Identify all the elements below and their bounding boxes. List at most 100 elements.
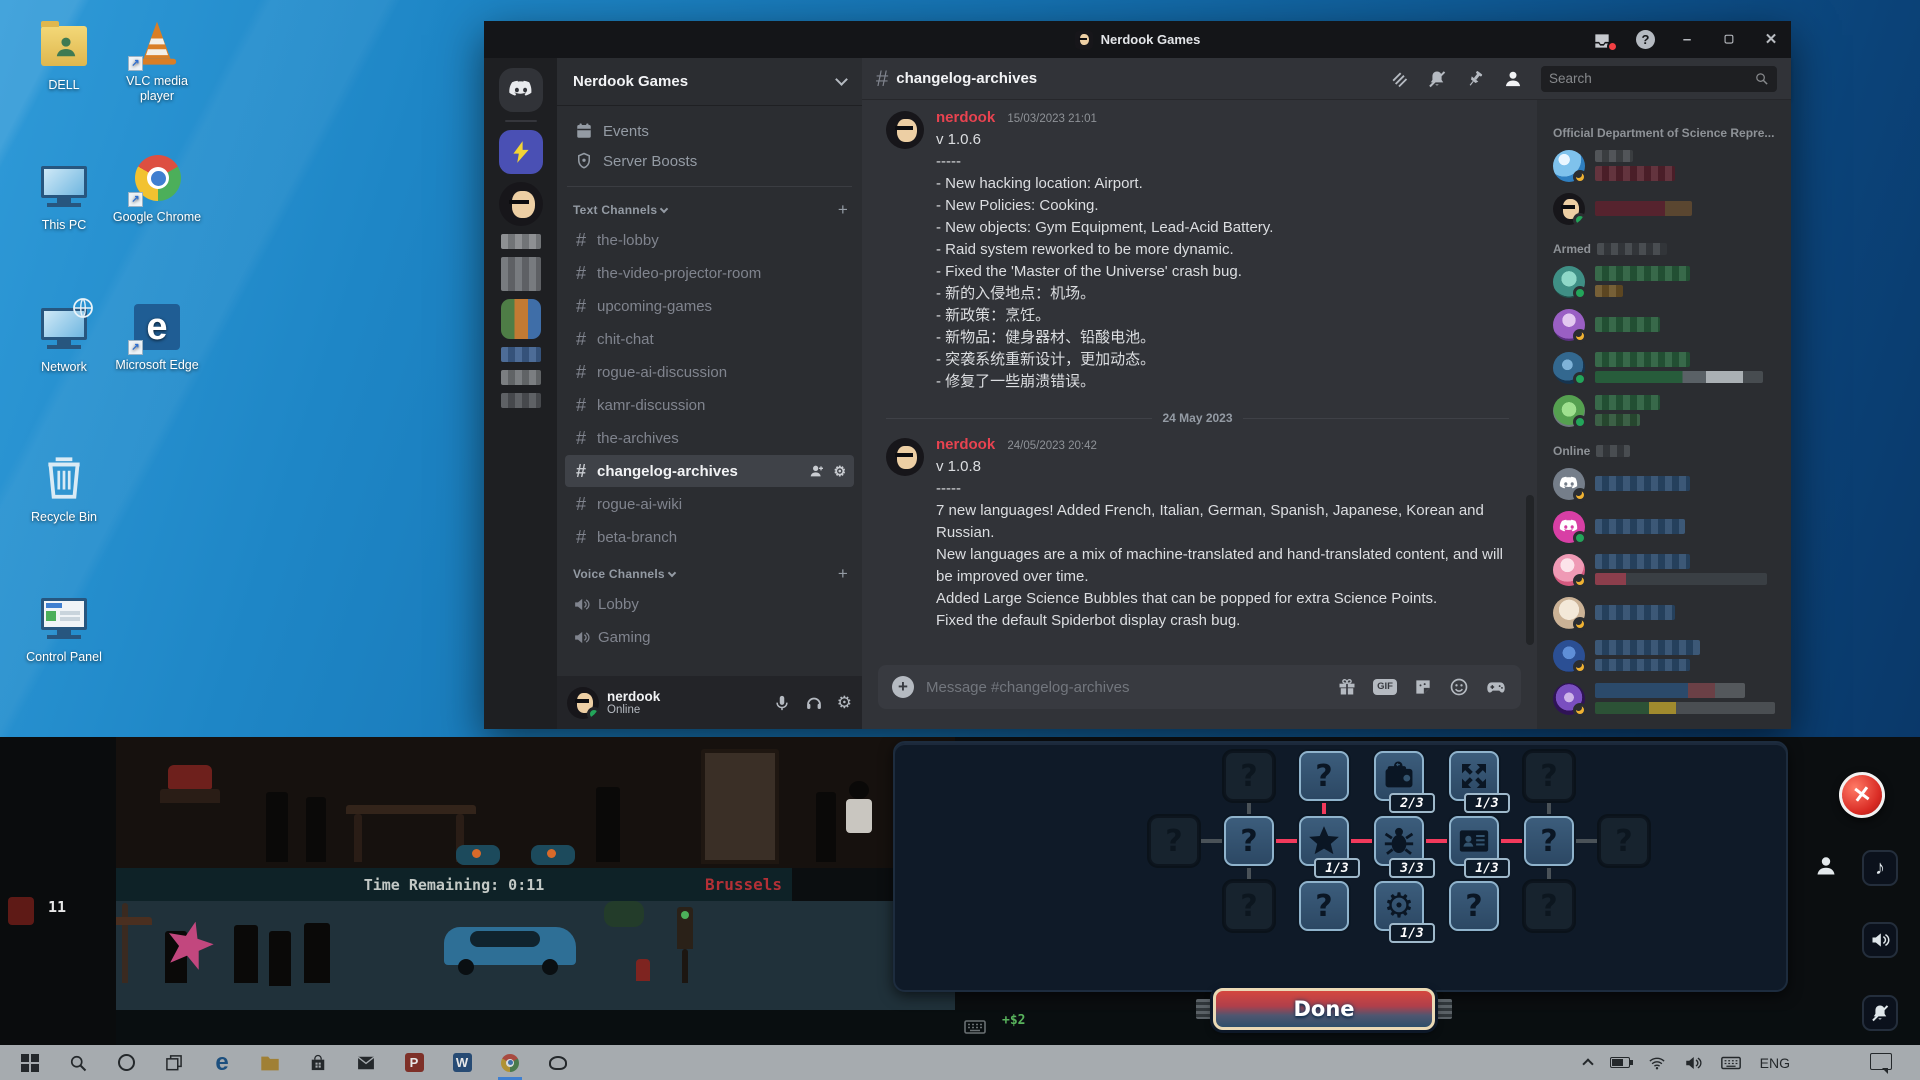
sticker-icon[interactable] bbox=[1413, 677, 1433, 697]
taskbar-powerpoint-icon[interactable]: P bbox=[390, 1045, 438, 1080]
channel-beta-branch[interactable]: #beta-branch bbox=[565, 521, 854, 553]
notifications-muted-icon[interactable] bbox=[1427, 69, 1447, 89]
channel-rogue-ai-wiki[interactable]: #rogue-ai-wiki bbox=[565, 488, 854, 520]
chat-scrollbar[interactable] bbox=[1526, 495, 1534, 645]
message-avatar[interactable] bbox=[886, 438, 924, 476]
member-row[interactable] bbox=[1553, 634, 1783, 677]
minimize-button[interactable]: – bbox=[1677, 21, 1697, 58]
channel-kamr-discussion[interactable]: #kamr-discussion bbox=[565, 389, 854, 421]
desktop-icon-this-pc[interactable]: This PC bbox=[18, 160, 110, 233]
server-icon-blurred[interactable] bbox=[501, 370, 541, 385]
skill-node-unknown[interactable]: ? bbox=[1149, 816, 1199, 866]
member-row[interactable] bbox=[1553, 505, 1783, 548]
channel-the-archives[interactable]: #the-archives bbox=[565, 422, 854, 454]
user-info[interactable]: nerdook Online bbox=[607, 689, 660, 716]
search-input[interactable] bbox=[1549, 71, 1754, 86]
wifi-icon[interactable] bbox=[1648, 1054, 1666, 1072]
message-author[interactable]: nerdook bbox=[936, 109, 995, 126]
taskbar-mail-icon[interactable] bbox=[342, 1045, 390, 1080]
desktop-icon-network[interactable]: Network bbox=[18, 302, 110, 375]
message-avatar[interactable] bbox=[886, 111, 924, 149]
member-row[interactable] bbox=[1553, 144, 1783, 187]
sidebar-item-server-boosts[interactable]: Server Boosts bbox=[565, 146, 854, 176]
close-modal-button[interactable]: ✕ bbox=[1836, 769, 1888, 821]
inbox-icon[interactable] bbox=[1592, 31, 1614, 49]
taskbar-store-icon[interactable] bbox=[294, 1045, 342, 1080]
desktop-icon-chrome[interactable]: ↗ Google Chrome bbox=[111, 152, 203, 225]
voice-channels-header[interactable]: Voice Channels + bbox=[565, 561, 854, 587]
help-icon[interactable]: ? bbox=[1636, 30, 1655, 49]
maximize-button[interactable]: ▢ bbox=[1719, 21, 1739, 58]
threads-icon[interactable] bbox=[1389, 69, 1409, 89]
skill-node-unknown[interactable]: ? bbox=[1299, 751, 1349, 801]
skill-node-unknown[interactable]: ? bbox=[1224, 881, 1274, 931]
server-header[interactable]: Nerdook Games bbox=[557, 58, 862, 106]
start-button[interactable] bbox=[6, 1045, 54, 1080]
taskbar-chrome-icon[interactable] bbox=[486, 1045, 534, 1080]
channel-upcoming-games[interactable]: #upcoming-games bbox=[565, 290, 854, 322]
attach-plus-icon[interactable]: + bbox=[892, 676, 914, 698]
desktop-icon-edge[interactable]: e ↗ Microsoft Edge bbox=[111, 300, 203, 373]
add-channel-icon[interactable]: + bbox=[838, 200, 848, 220]
member-row[interactable] bbox=[1553, 187, 1783, 230]
server-icon-nerdook[interactable] bbox=[499, 182, 543, 226]
pinned-messages-icon[interactable] bbox=[1465, 69, 1485, 89]
mic-icon[interactable] bbox=[773, 694, 791, 712]
action-center-icon[interactable] bbox=[1870, 1053, 1892, 1070]
voice-channel-gaming[interactable]: Gaming bbox=[565, 621, 854, 653]
skill-node-unknown[interactable]: ? bbox=[1524, 816, 1574, 866]
member-row[interactable] bbox=[1553, 548, 1783, 591]
volume-icon[interactable] bbox=[1684, 1054, 1702, 1072]
member-row[interactable] bbox=[1553, 303, 1783, 346]
channel-the-lobby[interactable]: #the-lobby bbox=[565, 224, 854, 256]
cortana-button[interactable] bbox=[102, 1045, 150, 1080]
skill-node-unknown[interactable]: ? bbox=[1299, 881, 1349, 931]
taskbar-paint-icon[interactable] bbox=[534, 1045, 582, 1080]
task-view-button[interactable] bbox=[150, 1045, 198, 1080]
tray-expand-icon[interactable] bbox=[1582, 1058, 1593, 1069]
taskbar-file-explorer-icon[interactable] bbox=[246, 1045, 294, 1080]
invite-people-icon[interactable] bbox=[809, 463, 825, 479]
gamepad-icon[interactable] bbox=[1485, 676, 1507, 698]
voice-channel-lobby[interactable]: Lobby bbox=[565, 588, 854, 620]
language-indicator[interactable]: ENG bbox=[1760, 1055, 1790, 1071]
server-icon-blurred[interactable] bbox=[501, 347, 541, 362]
taskbar-word-icon[interactable]: W bbox=[438, 1045, 486, 1080]
skill-node-unknown[interactable]: ? bbox=[1224, 816, 1274, 866]
notifications-mute-button[interactable] bbox=[1862, 995, 1898, 1031]
message-author[interactable]: nerdook bbox=[936, 436, 995, 453]
skill-node-unknown[interactable]: ? bbox=[1599, 816, 1649, 866]
search-box[interactable] bbox=[1541, 66, 1777, 92]
window-titlebar[interactable]: Nerdook Games ? – ▢ ✕ bbox=[484, 21, 1791, 58]
skill-node-unknown[interactable]: ? bbox=[1524, 881, 1574, 931]
message-composer[interactable]: + GIF bbox=[878, 665, 1521, 709]
server-icon-blurred[interactable] bbox=[501, 234, 541, 249]
taskbar-edge-icon[interactable]: e bbox=[198, 1045, 246, 1080]
gif-picker-icon[interactable]: GIF bbox=[1373, 679, 1397, 695]
member-row[interactable] bbox=[1553, 389, 1783, 432]
member-row[interactable] bbox=[1553, 591, 1783, 634]
headphones-icon[interactable] bbox=[805, 694, 823, 712]
channel-the-video-projector-room[interactable]: #the-video-projector-room bbox=[565, 257, 854, 289]
desktop-icon-control-panel[interactable]: Control Panel bbox=[18, 592, 110, 665]
sound-toggle-button[interactable] bbox=[1862, 922, 1898, 958]
channel-chit-chat[interactable]: #chit-chat bbox=[565, 323, 854, 355]
server-icon-blurred[interactable] bbox=[501, 257, 541, 291]
emoji-icon[interactable] bbox=[1449, 677, 1469, 697]
skill-node-unknown[interactable]: ? bbox=[1449, 881, 1499, 931]
add-channel-icon[interactable]: + bbox=[838, 564, 848, 584]
message-input[interactable] bbox=[926, 679, 1325, 696]
server-icon-blurred[interactable] bbox=[501, 299, 541, 339]
touch-keyboard-icon[interactable] bbox=[1720, 1052, 1742, 1074]
user-avatar[interactable] bbox=[567, 687, 599, 719]
settings-gear-icon[interactable]: ⚙ bbox=[837, 693, 852, 713]
taskbar-search-button[interactable] bbox=[54, 1045, 102, 1080]
music-toggle-button[interactable]: ♪ bbox=[1862, 850, 1898, 886]
skill-node-unknown[interactable]: ? bbox=[1224, 751, 1274, 801]
text-channels-header[interactable]: Text Channels + bbox=[565, 197, 854, 223]
server-icon-blurred[interactable] bbox=[501, 393, 541, 408]
desktop-icon-vlc[interactable]: ↗ VLC media player bbox=[111, 16, 203, 104]
member-row[interactable] bbox=[1553, 260, 1783, 303]
server-icon-lightning[interactable] bbox=[499, 130, 543, 174]
discord-home-button[interactable] bbox=[499, 68, 543, 112]
